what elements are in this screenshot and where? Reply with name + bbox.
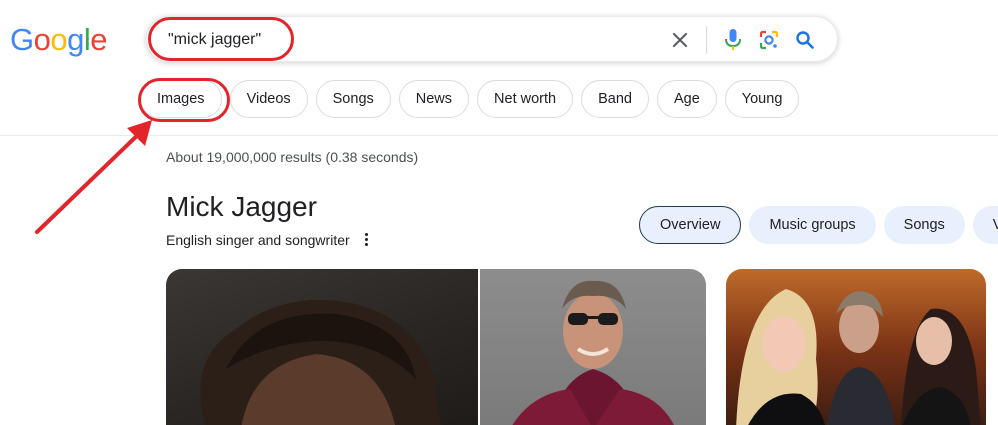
image-tile-sunglasses[interactable] — [480, 269, 706, 425]
logo-letter: e — [90, 22, 108, 57]
chip-young[interactable]: Young — [724, 80, 800, 118]
search-box-icons — [662, 25, 823, 55]
microphone-icon[interactable] — [715, 25, 751, 55]
logo-letter: g — [67, 22, 84, 57]
clear-icon[interactable] — [662, 25, 698, 55]
result-stats: About 19,000,000 results (0.38 seconds) — [166, 149, 419, 165]
chip-band[interactable]: Band — [581, 80, 649, 118]
tab-videos-truncated[interactable]: Vi — [972, 206, 998, 244]
chip-news[interactable]: News — [398, 80, 470, 118]
tab-music-groups[interactable]: Music groups — [749, 206, 876, 244]
search-input[interactable]: "mick jagger" — [168, 30, 261, 50]
divider — [706, 26, 707, 54]
chip-songs[interactable]: Songs — [315, 80, 391, 118]
logo-letter: o — [33, 22, 51, 57]
google-logo[interactable]: Google — [10, 22, 108, 58]
lens-icon[interactable] — [751, 25, 787, 55]
logo-letter: G — [10, 22, 34, 57]
knowledge-panel-subtitle: English singer and songwriter — [166, 232, 350, 248]
more-options-icon[interactable] — [360, 230, 372, 248]
search-icon[interactable] — [787, 25, 823, 55]
knowledge-panel-tabs: Overview Music groups Songs Vi — [639, 206, 998, 244]
search-box[interactable]: "mick jagger" — [146, 16, 838, 62]
chip-age[interactable]: Age — [656, 80, 717, 118]
chip-images[interactable]: Images — [140, 80, 222, 118]
tab-overview[interactable]: Overview — [639, 206, 742, 244]
tab-songs[interactable]: Songs — [883, 206, 965, 244]
header-divider — [0, 135, 998, 136]
image-tile-portrait[interactable] — [166, 269, 478, 425]
image-tile-group-photo[interactable] — [726, 269, 986, 425]
knowledge-panel-title: Mick Jagger — [166, 191, 317, 222]
chip-videos[interactable]: Videos — [229, 80, 308, 118]
logo-letter: o — [50, 22, 68, 57]
filter-chips: Images Videos Songs News Net worth Band … — [140, 80, 800, 118]
chip-net-worth[interactable]: Net worth — [477, 80, 574, 118]
